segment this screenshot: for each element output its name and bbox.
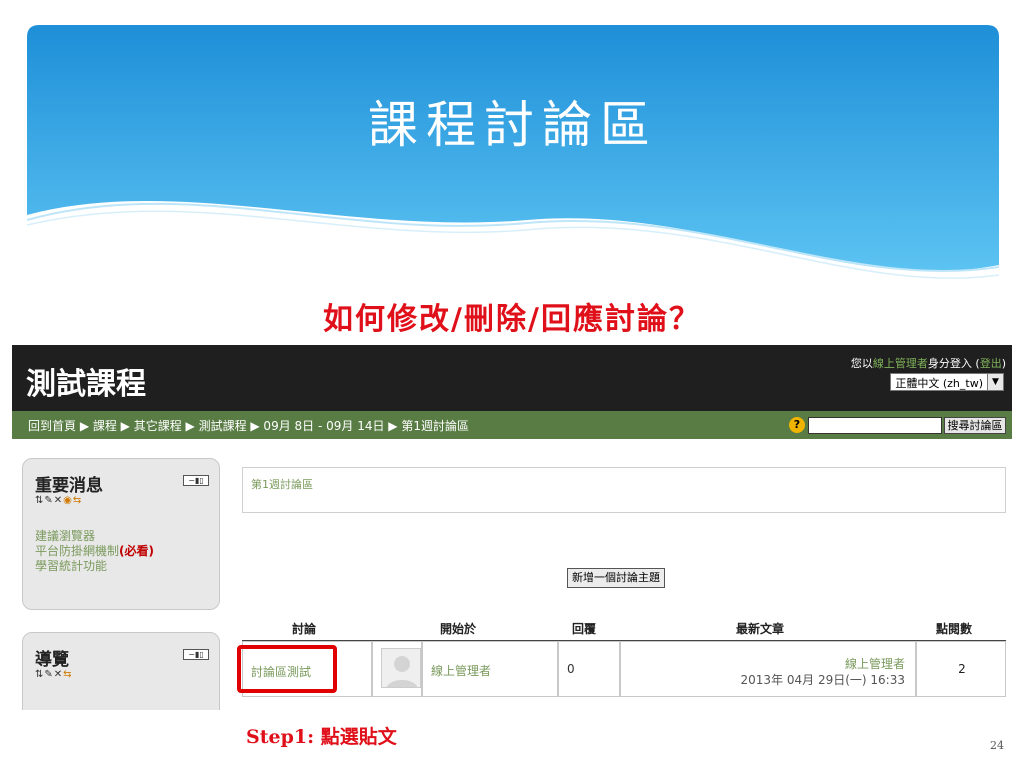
- block-edit-icons[interactable]: ⇅✎✕⇆: [35, 669, 73, 680]
- block-collapse-icon[interactable]: −▮▯: [183, 649, 209, 660]
- latest-post-date[interactable]: 2013年 04月 29日(一) 16:33: [741, 671, 905, 688]
- news-block-title: 重要消息: [35, 476, 103, 496]
- language-value: 正體中文 (zh_tw): [895, 377, 983, 390]
- question-heading: 如何修改/刪除/回應討論？: [323, 302, 701, 337]
- column-header-discussion: 討論: [292, 622, 317, 636]
- login-close: ): [1001, 357, 1006, 370]
- top-header: 測試課程 您以線上管理者身分登入 (登出) 正體中文 (zh_tw) ▼: [12, 345, 1012, 411]
- news-link-antihang[interactable]: 平台防掛網機制(必看): [35, 544, 154, 559]
- column-header-views: 點閱數: [936, 622, 973, 636]
- cell-replies: 0: [558, 641, 620, 697]
- latest-post-user[interactable]: 線上管理者: [845, 655, 905, 672]
- slide-header: 課程討論區: [27, 25, 999, 285]
- highlight-box: [237, 645, 337, 693]
- login-info: 您以線上管理者身分登入 (登出): [851, 355, 1006, 371]
- page-number: 24: [990, 739, 1004, 752]
- user-icon: [386, 656, 418, 687]
- views-count: 2: [958, 662, 966, 676]
- column-header-started-by: 開始於: [440, 622, 477, 636]
- block-collapse-icon[interactable]: −▮▯: [183, 475, 209, 486]
- news-link-stats[interactable]: 學習統計功能: [35, 559, 154, 574]
- news-link-antihang-label: 平台防掛網機制: [35, 544, 120, 558]
- login-user-link[interactable]: 線上管理者: [873, 357, 928, 370]
- navbar: 回到首頁 ▶ 課程 ▶ 其它課程 ▶ 測試課程 ▶ 09月 8日 - 09月 1…: [12, 411, 1012, 439]
- table-row: 線上管理者 0 線上管理者 2013年 04月 29日(一) 16:33 2: [242, 641, 1006, 697]
- nav-block-title: 導覽: [35, 650, 69, 670]
- search-input[interactable]: [808, 417, 942, 434]
- column-header-latest: 最新文章: [736, 622, 785, 636]
- search-forum-button[interactable]: 搜尋討論區: [944, 417, 1006, 434]
- course-title: 測試課程: [26, 367, 146, 402]
- started-by-link[interactable]: 線上管理者: [431, 662, 491, 679]
- cell-views: 2: [916, 641, 1006, 697]
- forum-name: 第1週討論區: [251, 478, 313, 491]
- login-suffix: 身分登入 (: [927, 357, 980, 370]
- cell-started-by: 線上管理者: [422, 641, 558, 697]
- news-link-browser[interactable]: 建議瀏覽器: [35, 529, 154, 544]
- slide-title: 課程討論區: [368, 96, 658, 154]
- nav-block: 導覽 −▮▯ ⇅✎✕⇆: [22, 632, 220, 710]
- must-read-badge: (必看): [119, 544, 154, 558]
- language-select[interactable]: 正體中文 (zh_tw) ▼: [890, 373, 1004, 391]
- cell-avatar: [372, 641, 422, 697]
- replies-count[interactable]: 0: [567, 662, 575, 676]
- block-edit-icons[interactable]: ⇅✎✕◉⇆: [35, 495, 82, 506]
- breadcrumb[interactable]: 回到首頁 ▶ 課程 ▶ 其它課程 ▶ 測試課程 ▶ 09月 8日 - 09月 1…: [28, 417, 469, 434]
- moodle-screenshot: 測試課程 您以線上管理者身分登入 (登出) 正體中文 (zh_tw) ▼ 回到首頁…: [12, 345, 1012, 710]
- forum-intro-box: 第1週討論區: [242, 467, 1006, 513]
- avatar[interactable]: [381, 648, 421, 688]
- news-block: 重要消息 −▮▯ ⇅✎✕◉⇆ 建議瀏覽器 平台防掛網機制(必看) 學習統計功能: [22, 458, 220, 610]
- step-caption: Step1: 點選貼文: [246, 726, 397, 748]
- news-links: 建議瀏覽器 平台防掛網機制(必看) 學習統計功能: [35, 529, 154, 574]
- cell-latest-post: 線上管理者 2013年 04月 29日(一) 16:33: [620, 641, 916, 697]
- help-icon[interactable]: ?: [789, 417, 805, 433]
- login-prefix: 您以: [850, 357, 873, 370]
- logout-link[interactable]: 登出: [980, 357, 1002, 370]
- add-topic-button[interactable]: 新增一個討論主題: [567, 568, 665, 588]
- column-header-replies: 回覆: [572, 622, 597, 636]
- chevron-down-icon: ▼: [987, 374, 1003, 390]
